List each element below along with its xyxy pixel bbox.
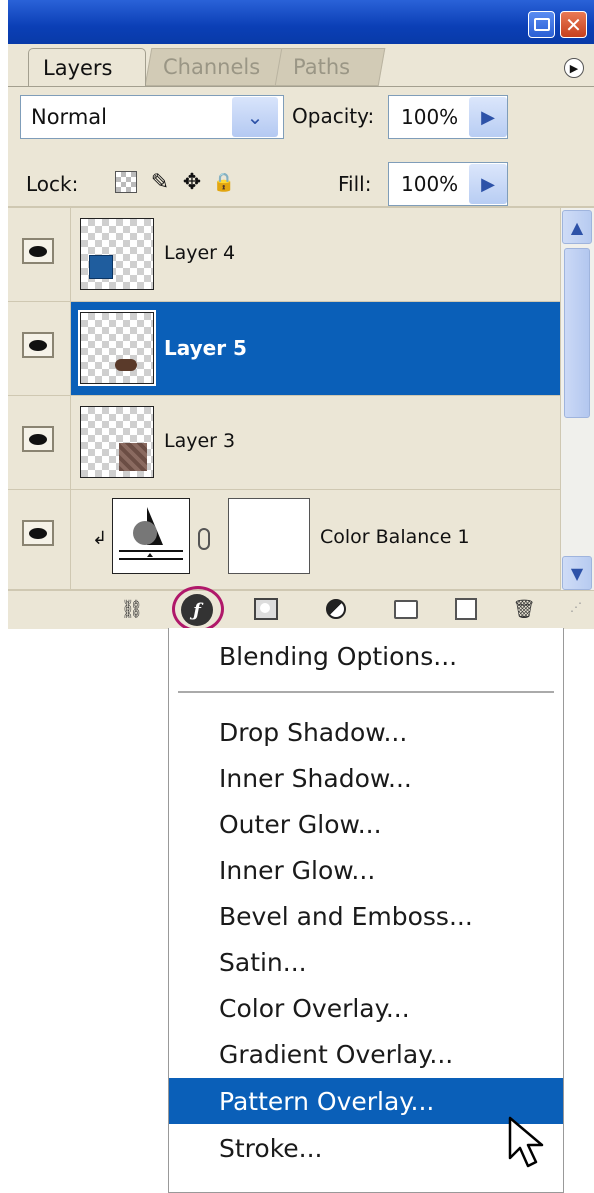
minimize-icon: [533, 18, 550, 31]
layer-thumbnail: [80, 218, 154, 290]
arrow-right-icon: ▶: [481, 173, 495, 195]
menu-item-satin[interactable]: Satin...: [169, 942, 563, 982]
scroll-down-button[interactable]: ▼: [562, 556, 592, 590]
thumbnail-art: [115, 359, 137, 371]
menu-item-color-overlay[interactable]: Color Overlay...: [169, 988, 563, 1028]
layer-style-menu: Blending Options... Drop Shadow... Inner…: [168, 628, 564, 1193]
new-layer-icon: [455, 598, 477, 620]
new-adjustment-layer-button[interactable]: [322, 596, 350, 622]
layer-row-layer-5[interactable]: Layer 5: [8, 302, 560, 396]
close-icon: ✕: [565, 12, 582, 37]
delete-layer-button[interactable]: 🗑: [510, 596, 538, 622]
panel-menu-icon: ▶: [569, 61, 579, 75]
lock-pixels-button[interactable]: ✎: [146, 168, 174, 196]
layer-name: Layer 5: [164, 336, 247, 360]
transparency-grid-icon: [115, 171, 137, 193]
lock-icon: 🔒: [212, 171, 236, 193]
blend-mode-dropdown-button[interactable]: ⌄: [232, 97, 278, 137]
layer-name: Layer 3: [164, 430, 236, 452]
chevron-up-icon: ▲: [570, 217, 584, 237]
lock-label: Lock:: [26, 172, 79, 196]
fill-slider-button[interactable]: ▶: [469, 164, 507, 204]
eye-icon[interactable]: [22, 332, 54, 358]
menu-item-gradient-overlay[interactable]: Gradient Overlay...: [169, 1034, 563, 1074]
move-icon: ✥: [182, 169, 202, 195]
visibility-cell: [8, 396, 71, 489]
clipping-mask-icon: ↲: [92, 528, 108, 549]
add-layer-style-button[interactable]: ƒ: [181, 594, 213, 626]
layers-panel: ✕ Channels Paths Layers ▶ Normal ⌄ Opaci…: [8, 0, 594, 632]
link-layers-button[interactable]: ⛓: [118, 596, 146, 622]
close-button[interactable]: ✕: [560, 11, 587, 38]
fx-icon: ƒ: [193, 599, 201, 621]
menu-item-pattern-overlay[interactable]: Pattern Overlay...: [169, 1078, 563, 1124]
layers-list: Layer 4 Layer 5 Layer 3 ↲ Color Balance …: [8, 208, 560, 590]
visibility-cell: [8, 208, 71, 301]
minimize-button[interactable]: [528, 11, 555, 38]
tab-layers[interactable]: Layers: [28, 48, 146, 86]
link-icon: ⛓: [120, 598, 144, 620]
menu-separator: [178, 691, 554, 693]
thumbnail-art: [89, 255, 113, 279]
layer-row-color-balance-1[interactable]: ↲ Color Balance 1: [8, 490, 560, 590]
blend-mode-value: Normal: [31, 105, 107, 129]
mask-link-icon[interactable]: [198, 528, 210, 550]
folder-icon: [394, 599, 418, 619]
layer-name: Layer 4: [164, 242, 236, 264]
paint-brush-icon: ✎: [150, 169, 170, 195]
menu-item-blending-options[interactable]: Blending Options...: [169, 636, 563, 676]
eye-icon[interactable]: [22, 520, 54, 546]
resize-grip-icon[interactable]: ⋰: [570, 600, 588, 618]
mouse-cursor-icon: [508, 1116, 544, 1168]
window-titlebar: [8, 0, 594, 44]
add-layer-mask-button[interactable]: [252, 596, 280, 622]
eye-icon[interactable]: [22, 238, 54, 264]
layers-toolbar: [8, 590, 594, 629]
fill-label: Fill:: [338, 172, 372, 196]
layer-thumbnail: [80, 406, 154, 478]
layer-row-layer-3[interactable]: Layer 3: [8, 396, 560, 490]
tab-channels[interactable]: Channels: [144, 48, 284, 86]
chevron-down-icon: ▼: [570, 563, 584, 583]
opacity-label: Opacity:: [292, 104, 375, 128]
scrollbar-thumb[interactable]: [564, 248, 590, 418]
visibility-cell: [8, 302, 71, 395]
new-layer-button[interactable]: [452, 596, 480, 622]
layer-mask-icon: [254, 598, 278, 620]
menu-item-bevel-and-emboss[interactable]: Bevel and Emboss...: [169, 896, 563, 936]
layer-name: Color Balance 1: [320, 526, 470, 548]
menu-item-outer-glow[interactable]: Outer Glow...: [169, 804, 563, 844]
layer-thumbnail: [78, 310, 156, 386]
adjustment-layer-icon: [326, 599, 346, 619]
color-balance-icon: [119, 507, 183, 560]
menu-item-stroke[interactable]: Stroke...: [169, 1128, 563, 1168]
eye-icon[interactable]: [22, 426, 54, 452]
lock-all-button[interactable]: 🔒: [210, 168, 238, 196]
scroll-up-button[interactable]: ▲: [562, 210, 592, 244]
lock-position-button[interactable]: ✥: [178, 168, 206, 196]
arrow-right-icon: ▶: [481, 106, 495, 128]
trash-icon: 🗑: [512, 598, 536, 620]
menu-item-inner-glow[interactable]: Inner Glow...: [169, 850, 563, 890]
menu-item-drop-shadow[interactable]: Drop Shadow...: [169, 712, 563, 752]
lock-transparency-button[interactable]: [112, 168, 140, 196]
menu-item-inner-shadow[interactable]: Inner Shadow...: [169, 758, 563, 798]
tab-divider: [8, 86, 594, 87]
panel-menu-button[interactable]: ▶: [564, 58, 584, 78]
visibility-cell: [8, 490, 71, 589]
chevron-down-icon: ⌄: [246, 105, 264, 129]
layer-mask-thumbnail: [228, 498, 310, 574]
opacity-slider-button[interactable]: ▶: [469, 97, 507, 137]
adjustment-thumbnail: [112, 498, 190, 574]
layer-row-layer-4[interactable]: Layer 4: [8, 208, 560, 302]
new-group-button[interactable]: [392, 596, 420, 622]
thumbnail-art: [119, 443, 147, 471]
tab-paths[interactable]: Paths: [274, 48, 386, 86]
